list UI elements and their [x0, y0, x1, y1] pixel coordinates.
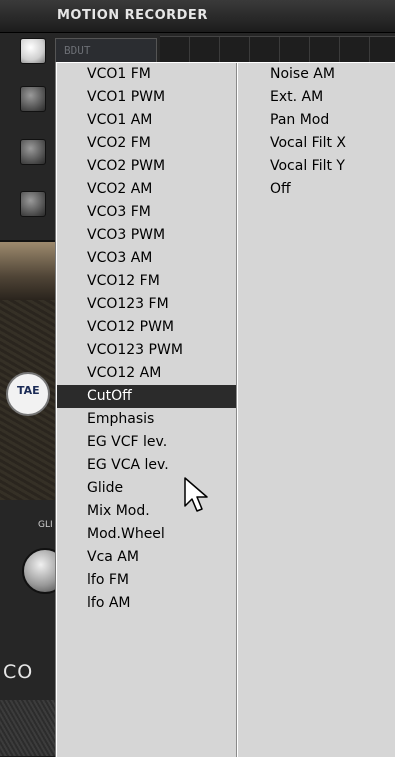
motion-recorder-title: MOTION RECORDER [57, 8, 208, 23]
brand-text: CO [3, 661, 34, 683]
menu-column-left: VCO1 FM VCO1 PWM VCO1 AM VCO2 FM VCO2 PWM VCO… [57, 63, 236, 615]
parameter-display: BDUT [55, 38, 157, 64]
menu-item-off[interactable]: Off [238, 178, 395, 201]
arrow-cursor-icon [184, 477, 208, 512]
menu-item-ext-am[interactable]: Ext. AM [238, 86, 395, 109]
menu-column-right: Noise AM Ext. AM Pan Mod Vocal Filt X Vocal … [238, 63, 395, 201]
track-button-3[interactable] [20, 191, 46, 217]
menu-item-vco3-pwm[interactable]: VCO3 PWM [57, 224, 236, 247]
menu-item-eg-vcf-lev[interactable]: EG VCF lev. [57, 431, 236, 454]
menu-item-vco12-pwm[interactable]: VCO12 PWM [57, 316, 236, 339]
menu-item-vco123-pwm[interactable]: VCO123 PWM [57, 339, 236, 362]
motion-recorder-header: MOTION RECORDER [0, 0, 395, 33]
menu-item-lfo-fm[interactable]: lfo FM [57, 569, 236, 592]
menu-item-vco2-am[interactable]: VCO2 AM [57, 178, 236, 201]
menu-item-vco123-fm[interactable]: VCO123 FM [57, 293, 236, 316]
menu-item-vco12-fm[interactable]: VCO12 FM [57, 270, 236, 293]
parameter-display-text: BDUT [64, 44, 91, 57]
track-button-2[interactable] [20, 139, 46, 165]
menu-item-vco3-am[interactable]: VCO3 AM [57, 247, 236, 270]
tae-badge: TAE [6, 372, 50, 416]
menu-item-vco12-am[interactable]: VCO12 AM [57, 362, 236, 385]
track-button-1[interactable] [20, 86, 46, 112]
record-button[interactable] [20, 38, 46, 64]
menu-item-glide[interactable]: Glide [57, 477, 236, 500]
menu-item-cutoff[interactable]: CutOff [57, 385, 236, 408]
menu-item-vocal-filt-x[interactable]: Vocal Filt X [238, 132, 395, 155]
menu-item-vocal-filt-y[interactable]: Vocal Filt Y [238, 155, 395, 178]
panel-bottom [0, 700, 60, 756]
menu-item-mod-wheel[interactable]: Mod.Wheel [57, 523, 236, 546]
tae-badge-text: TAE [17, 384, 40, 397]
menu-item-mix-mod[interactable]: Mix Mod. [57, 500, 236, 523]
menu-item-vca-am[interactable]: Vca AM [57, 546, 236, 569]
menu-item-vco3-fm[interactable]: VCO3 FM [57, 201, 236, 224]
modulation-target-menu: VCO1 FM VCO1 PWM VCO1 AM VCO2 FM VCO2 PWM VCO… [56, 62, 395, 757]
menu-item-eg-vca-lev[interactable]: EG VCA lev. [57, 454, 236, 477]
menu-item-noise-am[interactable]: Noise AM [238, 63, 395, 86]
glide-knob-label: GLI [38, 520, 53, 530]
menu-item-pan-mod[interactable]: Pan Mod [238, 109, 395, 132]
menu-item-vco2-pwm[interactable]: VCO2 PWM [57, 155, 236, 178]
menu-item-vco1-fm[interactable]: VCO1 FM [57, 63, 236, 86]
menu-item-vco2-fm[interactable]: VCO2 FM [57, 132, 236, 155]
menu-item-lfo-am[interactable]: lfo AM [57, 592, 236, 615]
menu-item-vco1-am[interactable]: VCO1 AM [57, 109, 236, 132]
menu-item-vco1-pwm[interactable]: VCO1 PWM [57, 86, 236, 109]
panel-strip [0, 240, 60, 302]
menu-item-emphasis[interactable]: Emphasis [57, 408, 236, 431]
